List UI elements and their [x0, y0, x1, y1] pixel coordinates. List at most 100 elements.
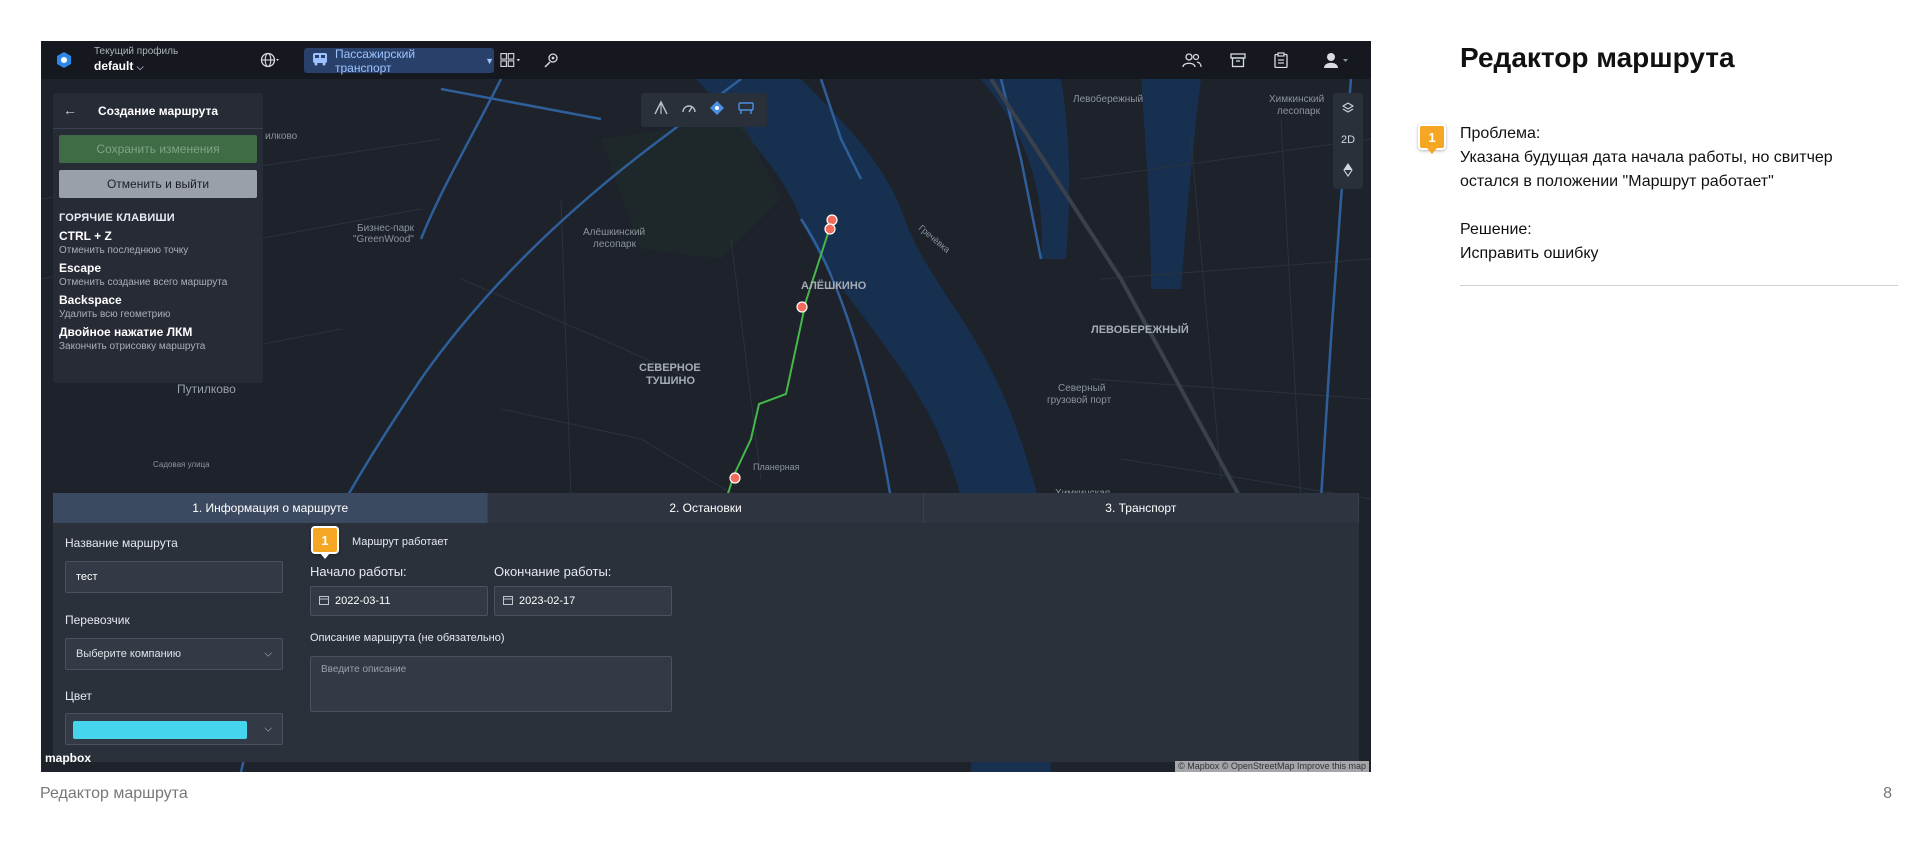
view-mode-toggle[interactable]: 2D — [1341, 134, 1355, 146]
hotkey-item: Escape Отменить создание всего маршрута — [59, 261, 263, 288]
tab-transport[interactable]: 3. Транспорт — [923, 493, 1359, 523]
hotkey-key: Backspace — [59, 293, 122, 307]
tab-stops[interactable]: 2. Остановки — [488, 493, 924, 523]
top-bar: Текущий профиль default ⌵ Пассажирский т… — [41, 41, 1371, 79]
speedometer-icon[interactable] — [681, 100, 697, 121]
profile-caption: Текущий профиль — [94, 46, 179, 57]
svg-text:Химкинский: Химкинский — [1269, 94, 1324, 105]
globe-icon[interactable] — [259, 50, 281, 70]
svg-text:лесопарк: лесопарк — [593, 239, 637, 250]
problem-block: Проблема: Указана будущая дата начала ра… — [1460, 122, 1880, 194]
app-screenshot: Левобережный Химкинский лесопарк Бизнес-п… — [41, 41, 1371, 772]
svg-text:Путилково: Путилково — [177, 382, 236, 396]
color-picker[interactable]: ⌵ — [65, 713, 283, 745]
route-info-form: 1. Информация о маршруте 2. Остановки 3.… — [53, 493, 1359, 762]
svg-text:илково: илково — [265, 131, 298, 142]
archive-icon[interactable] — [1227, 50, 1249, 70]
location-settings-icon[interactable] — [541, 50, 563, 70]
transport-stop-icon[interactable] — [737, 100, 755, 121]
solution-text: Исправить ошибку — [1460, 245, 1599, 262]
issue-marker: 1 — [311, 526, 339, 559]
layers-icon[interactable] — [1341, 102, 1355, 117]
svg-text:Планерная: Планерная — [753, 462, 800, 472]
solution-block: Решение: Исправить ошибку — [1460, 218, 1880, 266]
svg-text:Алёшкинский: Алёшкинский — [583, 227, 645, 238]
route-point-icon[interactable] — [709, 100, 725, 121]
transport-mode-dropdown[interactable]: Пассажирский транспорт ▼ — [304, 46, 494, 75]
profile-value: default — [94, 59, 134, 73]
users-icon[interactable] — [1181, 50, 1203, 70]
transport-mode-label: Пассажирский транспорт — [335, 46, 416, 75]
description-textarea[interactable]: Введите описание — [310, 656, 672, 712]
page-number: 8 — [1883, 785, 1892, 802]
draw-line-icon[interactable] — [653, 99, 669, 121]
svg-text:"GreenWood": "GreenWood" — [353, 234, 414, 245]
divider — [1460, 285, 1898, 286]
calendar-icon — [503, 595, 513, 608]
svg-text:Садовая улица: Садовая улица — [153, 460, 210, 469]
tab-route-info[interactable]: 1. Информация о маршруте — [53, 493, 489, 523]
svg-text:АЛЁШКИНО: АЛЁШКИНО — [801, 279, 867, 292]
footer-title: Редактор маршрута — [40, 785, 188, 802]
layout-grid-icon[interactable] — [500, 50, 522, 70]
hotkey-item: CTRL + Z Отменить последнюю точку — [59, 229, 263, 256]
svg-text:Левобережный: Левобережный — [1073, 93, 1143, 105]
chevron-down-icon: ⌵ — [264, 723, 272, 735]
svg-text:лесопарк: лесопарк — [1277, 106, 1321, 117]
hotkey-key: Двойное нажатие ЛКМ — [59, 325, 193, 339]
back-arrow-icon[interactable]: ← — [63, 102, 77, 118]
route-active-switch-label[interactable]: Маршрут работает — [352, 536, 448, 548]
solution-label: Решение: — [1460, 221, 1532, 238]
calendar-icon — [319, 595, 329, 608]
carrier-value: Выберите компанию — [76, 648, 182, 660]
end-date-input[interactable]: 2023-02-17 — [494, 586, 672, 616]
svg-text:ЛЕВОБЕРЕЖНЫЙ: ЛЕВОБЕРЕЖНЫЙ — [1091, 323, 1189, 336]
bus-icon — [312, 52, 328, 69]
route-name-input[interactable]: тест — [65, 561, 283, 593]
carrier-select[interactable]: Выберите компанию ⌵ — [65, 638, 283, 670]
mapbox-logo-text: mapbox — [45, 751, 92, 765]
color-label: Цвет — [65, 689, 92, 703]
hotkey-item: Backspace Удалить всю геометрию — [59, 293, 263, 320]
map-attribution[interactable]: © Mapbox © OpenStreetMap Improve this ma… — [1175, 761, 1369, 772]
app-logo-icon[interactable] — [55, 51, 73, 69]
hotkeys-section-title: ГОРЯЧИЕ КЛАВИШИ — [59, 212, 175, 224]
form-tabs: 1. Информация о маршруте 2. Остановки 3.… — [53, 493, 1359, 523]
route-name-label: Название маршрута — [65, 536, 178, 550]
issue-marker: 1 — [1418, 124, 1446, 154]
svg-text:Бизнес-парк: Бизнес-парк — [357, 223, 415, 234]
map-drawing-toolbar — [641, 93, 767, 127]
hotkey-item: Двойное нажатие ЛКМ Закончить отрисовку … — [59, 325, 263, 352]
compass-icon[interactable] — [1343, 163, 1353, 180]
hotkey-key: Escape — [59, 261, 102, 275]
hotkey-desc: Удалить всю геометрию — [59, 309, 171, 320]
map-view-controls: 2D — [1333, 93, 1363, 189]
mapbox-logo: mapbox — [45, 751, 91, 765]
color-swatch — [73, 721, 247, 739]
svg-text:грузовой порт: грузовой порт — [1047, 395, 1112, 406]
hotkey-desc: Отменить создание всего маршрута — [59, 277, 228, 288]
problem-text: Указана будущая дата начала работы, но с… — [1460, 149, 1833, 190]
route-name-value: тест — [76, 571, 98, 583]
panel-title: Создание маршрута — [98, 103, 218, 118]
route-creation-panel: ← Создание маршрута Сохранить изменения … — [53, 93, 263, 383]
cancel-and-exit-button[interactable]: Отменить и выйти — [59, 170, 257, 198]
chevron-down-icon: ⌵ — [264, 648, 272, 660]
chevron-down-icon: ⌵ — [136, 62, 144, 72]
end-date-label: Окончание работы: — [494, 564, 612, 579]
svg-text:ТУШИНО: ТУШИНО — [646, 375, 695, 387]
description-label: Описание маршрута (не обязательно) — [310, 632, 505, 644]
clipboard-icon[interactable] — [1270, 50, 1292, 70]
problem-label: Проблема: — [1460, 125, 1541, 142]
caret-down-icon: ▼ — [485, 55, 494, 66]
slide-title: Редактор маршрута — [1460, 42, 1735, 73]
start-date-value: 2022-03-11 — [335, 595, 391, 607]
user-avatar-icon[interactable] — [1321, 50, 1355, 70]
profile-selector[interactable]: Текущий профиль default ⌵ — [94, 46, 178, 73]
save-changes-button[interactable]: Сохранить изменения — [59, 135, 257, 163]
start-date-input[interactable]: 2022-03-11 — [310, 586, 488, 616]
hotkey-desc: Отменить последнюю точку — [59, 245, 189, 256]
start-date-label: Начало работы: — [310, 564, 407, 579]
hotkey-desc: Закончить отрисовку маршрута — [59, 341, 206, 352]
hotkey-key: CTRL + Z — [59, 229, 112, 243]
